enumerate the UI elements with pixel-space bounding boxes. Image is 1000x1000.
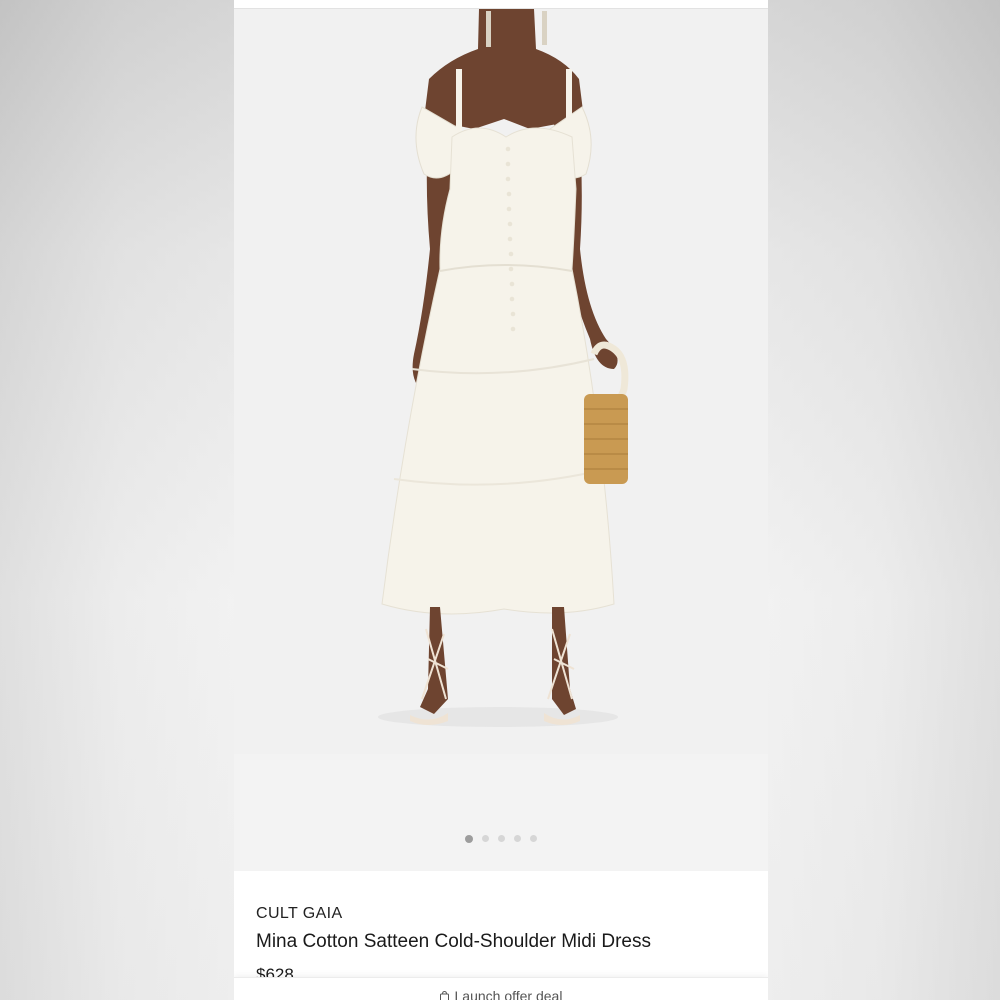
product-title: Mina Cotton Satteen Cold-Shoulder Midi D…: [256, 931, 651, 952]
product-photo-illustration: [234, 9, 768, 754]
bottom-cta[interactable]: Launch offer deal: [234, 988, 768, 1000]
gallery-dot-1[interactable]: [465, 834, 473, 843]
bottom-cta-label: Launch offer deal: [454, 988, 563, 1000]
left-background-shade: [0, 0, 234, 1000]
right-background-shade: [768, 0, 1000, 1000]
top-divider: [234, 0, 768, 9]
gallery-dot-4[interactable]: [514, 835, 521, 842]
product-brand[interactable]: CULT GAIA: [256, 905, 343, 923]
bag-icon: [439, 991, 449, 1000]
product-image-gallery[interactable]: [234, 9, 768, 871]
gallery-dot-3[interactable]: [498, 835, 505, 842]
product-page: CULT GAIA Mina Cotton Satteen Cold-Shoul…: [234, 0, 768, 1000]
gallery-dot-5[interactable]: [530, 835, 537, 842]
product-photo[interactable]: [234, 9, 768, 754]
bottom-action-bar[interactable]: Launch offer deal: [234, 977, 768, 1000]
gallery-dot-2[interactable]: [482, 835, 489, 842]
gallery-pagination: [234, 834, 768, 843]
